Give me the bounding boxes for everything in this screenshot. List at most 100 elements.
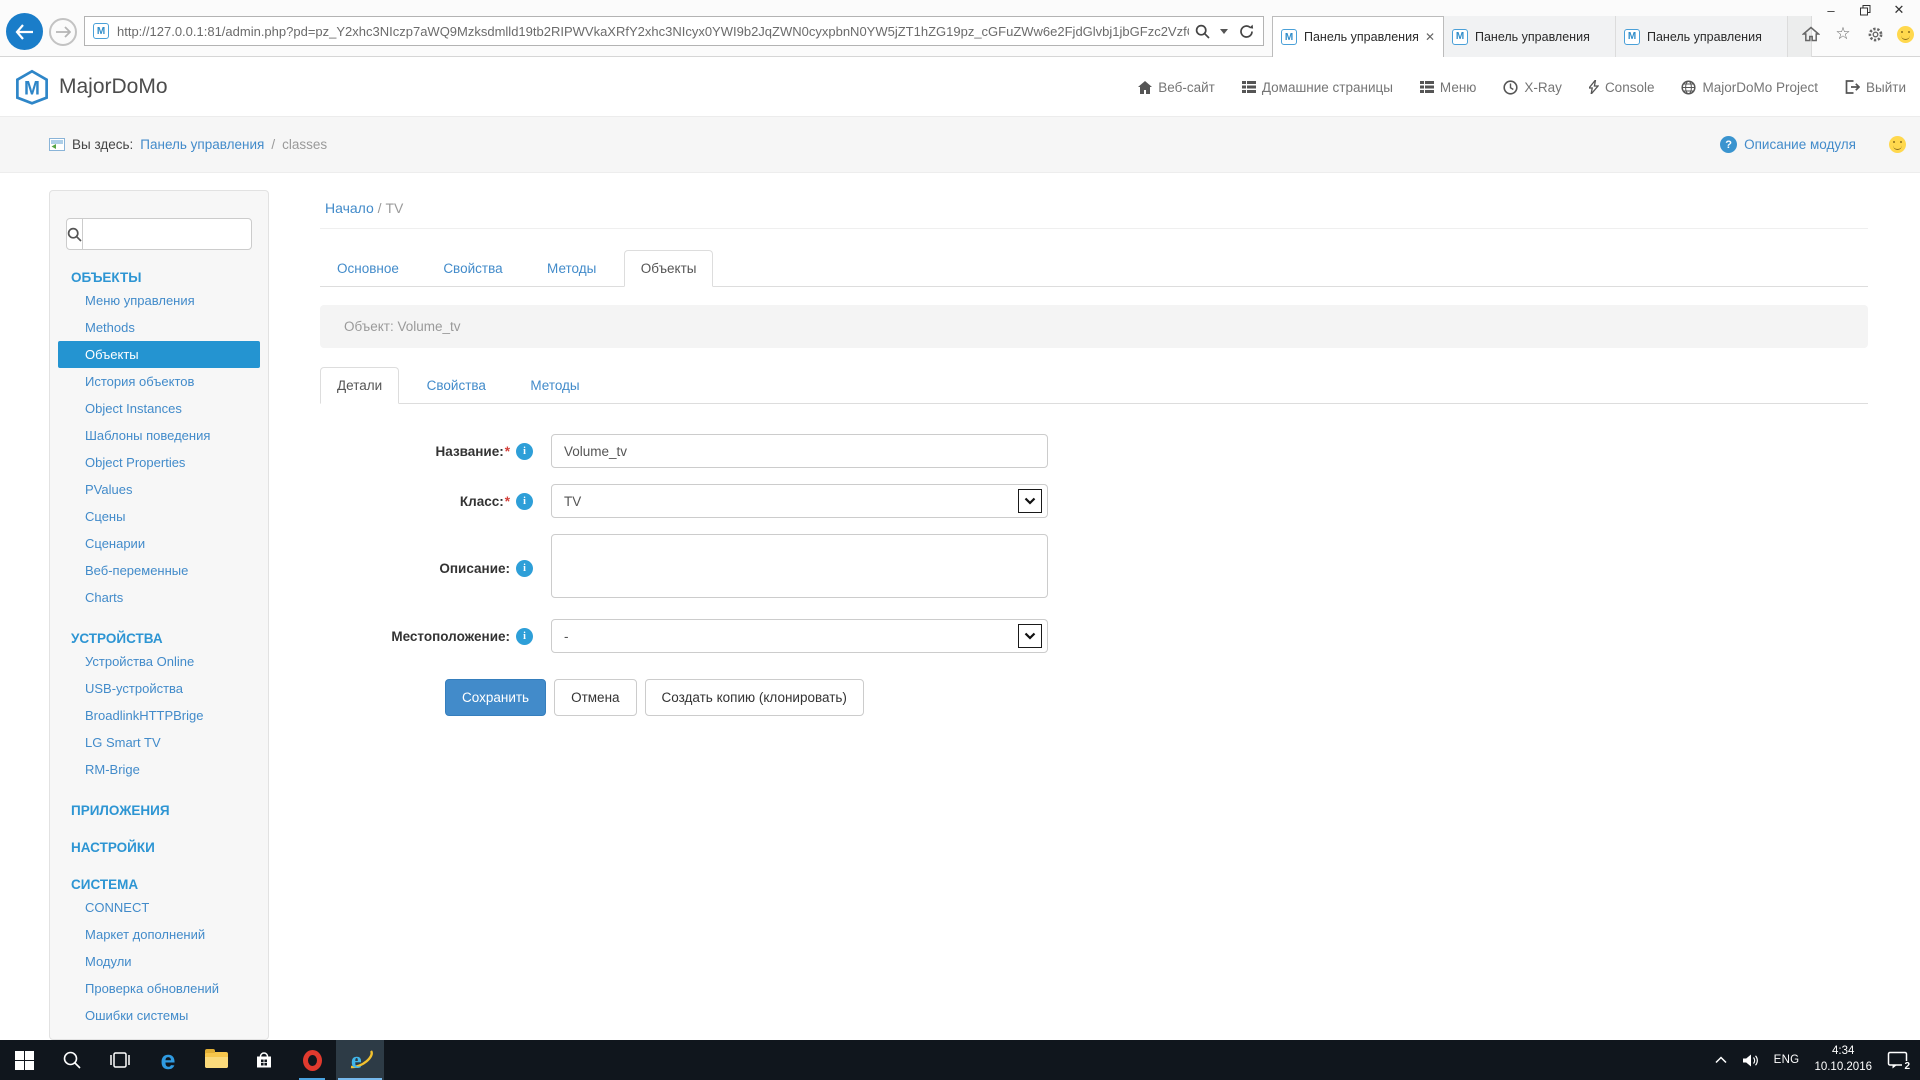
taskbar-search-button[interactable] — [48, 1040, 96, 1080]
feedback-smiley-icon[interactable] — [1897, 26, 1914, 43]
breadcrumb-home-link[interactable]: Начало — [325, 200, 374, 216]
sidebar-item-devices-online[interactable]: Устройства Online — [50, 648, 268, 675]
sidebar-item-web-variables[interactable]: Веб-переменные — [50, 557, 268, 584]
breadcrumb-panel-link[interactable]: Панель управления — [140, 137, 264, 152]
info-icon[interactable]: i — [516, 493, 533, 510]
store-button[interactable] — [240, 1040, 288, 1080]
subtab-properties[interactable]: Свойства — [410, 367, 503, 404]
tab-properties[interactable]: Свойства — [426, 250, 519, 287]
tray-chevron-up-icon[interactable] — [1715, 1056, 1727, 1064]
save-button[interactable]: Сохранить — [445, 679, 546, 716]
home-icon[interactable] — [1801, 24, 1821, 44]
subtab-details[interactable]: Детали — [320, 367, 399, 404]
clock[interactable]: 4:34 10.10.2016 — [1814, 1044, 1872, 1075]
breadcrumb-separator: / — [271, 137, 275, 152]
cancel-button[interactable]: Отмена — [554, 679, 636, 716]
sidebar-item-rm-brige[interactable]: RM-Brige — [50, 756, 268, 783]
sidebar-item-pvalues[interactable]: PValues — [50, 476, 268, 503]
nav-menu[interactable]: Меню — [1420, 80, 1477, 95]
opera-button[interactable] — [288, 1040, 336, 1080]
browser-tab-2[interactable]: M Панель управления — [1444, 16, 1616, 57]
sidebar-item-lg-smart-tv[interactable]: LG Smart TV — [50, 729, 268, 756]
location-label: Местоположение: — [320, 629, 510, 644]
nav-project[interactable]: MajorDoMo Project — [1681, 80, 1818, 95]
name-input[interactable] — [551, 434, 1048, 468]
sidebar-item-behavior-templates[interactable]: Шаблоны поведения — [50, 422, 268, 449]
sidebar-section-settings[interactable]: НАСТРОЙКИ — [50, 840, 268, 857]
description-textarea[interactable] — [551, 534, 1048, 598]
sidebar-item-addons-market[interactable]: Маркет дополнений — [50, 921, 268, 948]
tab-methods[interactable]: Методы — [530, 250, 613, 287]
sidebar-item-control-menu[interactable]: Меню управления — [50, 287, 268, 314]
info-icon[interactable]: i — [516, 628, 533, 645]
sidebar-item-objects[interactable]: Объекты — [58, 341, 260, 368]
browser-forward-button[interactable] — [49, 18, 77, 46]
tab-close-icon[interactable]: ✕ — [1425, 30, 1435, 44]
restore-button[interactable] — [1848, 0, 1882, 20]
sidebar-item-charts[interactable]: Charts — [50, 584, 268, 611]
sidebar-item-object-instances[interactable]: Object Instances — [50, 395, 268, 422]
nav-home-pages[interactable]: Домашние страницы — [1242, 80, 1393, 95]
clock-date: 10.10.2016 — [1814, 1060, 1872, 1076]
opera-icon — [303, 1050, 322, 1071]
tab-objects[interactable]: Объекты — [624, 250, 714, 287]
address-bar[interactable]: M http://127.0.0.1:81/admin.php?pd=pz_Y2… — [84, 16, 1264, 46]
taskbar: e e ENG 4:34 10.10.201 — [0, 1040, 1920, 1080]
sidebar-item-methods[interactable]: Methods — [50, 314, 268, 341]
sidebar-item-object-properties[interactable]: Object Properties — [50, 449, 268, 476]
browser-tab-3[interactable]: M Панель управления — [1616, 16, 1788, 57]
search-magnifier-icon — [63, 1051, 81, 1069]
internet-explorer-button[interactable]: e — [336, 1040, 384, 1080]
url-text[interactable]: http://127.0.0.1:81/admin.php?pd=pz_Y2xh… — [117, 24, 1189, 39]
sidebar-item-broadlink[interactable]: BroadlinkHTTPBrige — [50, 702, 268, 729]
nav-logout[interactable]: Выйти — [1845, 80, 1906, 95]
sidebar-item-system-errors[interactable]: Ошибки системы — [50, 1002, 268, 1029]
nav-website[interactable]: Веб-сайт — [1138, 80, 1215, 95]
module-description-link[interactable]: Описание модуля — [1744, 137, 1856, 152]
nav-console[interactable]: Console — [1589, 80, 1655, 95]
browser-tab-1[interactable]: M Панель управления ✕ — [1272, 16, 1444, 57]
start-button[interactable] — [0, 1040, 48, 1080]
sidebar-section-applications[interactable]: ПРИЛОЖЕНИЯ — [50, 803, 268, 820]
language-indicator[interactable]: ENG — [1774, 1054, 1800, 1066]
nav-xray[interactable]: X-Ray — [1503, 80, 1562, 95]
speaker-icon[interactable] — [1742, 1053, 1759, 1068]
brand[interactable]: M MajorDoMo — [14, 69, 168, 105]
sidebar-item-object-history[interactable]: История объектов — [50, 368, 268, 395]
sidebar-section-system[interactable]: СИСТЕМА — [50, 877, 268, 894]
location-select[interactable]: - — [551, 619, 1048, 653]
edge-button[interactable]: e — [144, 1040, 192, 1080]
file-explorer-button[interactable] — [192, 1040, 240, 1080]
class-select[interactable]: TV — [551, 484, 1048, 518]
chevron-down-icon[interactable] — [1018, 489, 1042, 513]
class-label: Класс:* — [320, 494, 510, 509]
info-icon[interactable]: i — [516, 560, 533, 577]
browser-back-button[interactable] — [6, 13, 43, 50]
minimize-button[interactable]: – — [1814, 0, 1848, 20]
refresh-icon[interactable] — [1233, 18, 1259, 44]
search-options-caret[interactable] — [1217, 18, 1231, 44]
search-icon[interactable] — [67, 219, 83, 249]
info-icon[interactable]: i — [516, 443, 533, 460]
svg-text:M: M — [24, 78, 40, 99]
settings-gear-icon[interactable] — [1865, 24, 1885, 44]
subtab-methods[interactable]: Методы — [513, 367, 596, 404]
close-button[interactable]: ✕ — [1882, 0, 1916, 20]
question-icon[interactable]: ? — [1720, 136, 1737, 153]
chevron-down-icon[interactable] — [1018, 624, 1042, 648]
sidebar-item-usb-devices[interactable]: USB-устройства — [50, 675, 268, 702]
notification-center-button[interactable]: 2 — [1887, 1051, 1908, 1069]
clone-button[interactable]: Создать копию (клонировать) — [645, 679, 864, 716]
smiley-icon[interactable] — [1889, 136, 1906, 153]
task-view-button[interactable] — [96, 1040, 144, 1080]
sidebar-item-update-check[interactable]: Проверка обновлений — [50, 975, 268, 1002]
sidebar-item-scenes[interactable]: Сцены — [50, 503, 268, 530]
sidebar-item-scenarios[interactable]: Сценарии — [50, 530, 268, 557]
search-input[interactable] — [83, 219, 269, 249]
sidebar-item-connect[interactable]: CONNECT — [50, 894, 268, 921]
tab-main[interactable]: Основное — [320, 250, 416, 287]
sidebar-item-modules[interactable]: Модули — [50, 948, 268, 975]
windows-logo-icon — [15, 1051, 34, 1070]
search-icon[interactable] — [1189, 18, 1215, 44]
favorites-star-icon[interactable]: ☆ — [1833, 24, 1853, 44]
